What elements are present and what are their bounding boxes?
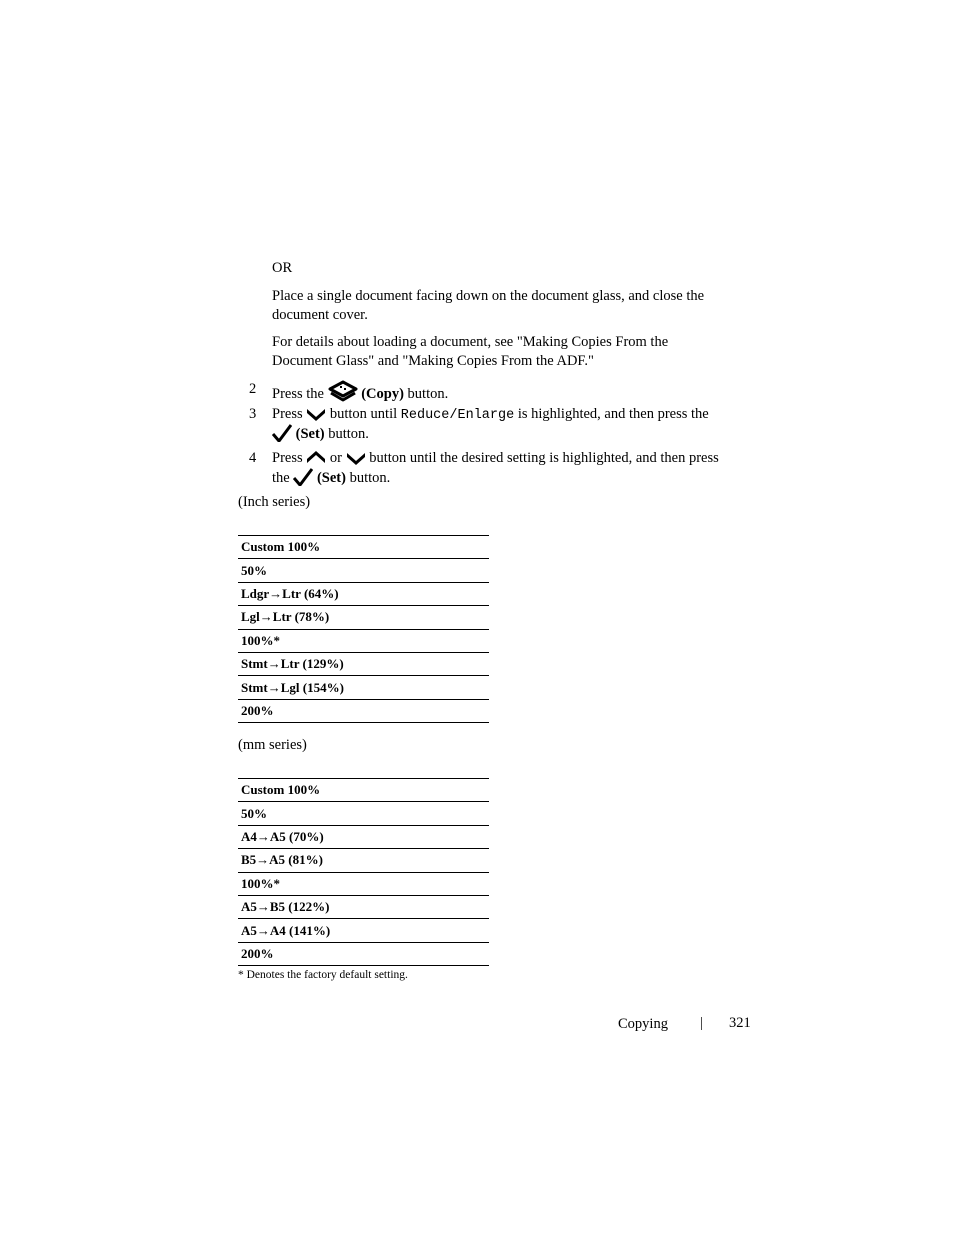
footnote: * Denotes the factory default setting.	[238, 969, 408, 981]
table-row: B5→A5 (81%)	[238, 848, 489, 873]
option-cell: 100%*	[238, 871, 489, 896]
table-row: A4→A5 (70%)	[238, 824, 489, 850]
table-row: Ldgr→Ltr (64%)	[238, 581, 489, 607]
option-cell: Stmt→Lgl (154%)	[238, 675, 489, 700]
table-row: A5→A4 (141%)	[238, 918, 489, 943]
copy-icon	[328, 380, 358, 408]
step-number: 2	[249, 381, 257, 397]
table-row: Lgl→Ltr (78%)	[238, 605, 489, 630]
instruction-paragraph: Place a single document facing down on t…	[272, 288, 705, 323]
footer-separator: |	[700, 1015, 703, 1031]
option-cell: 50%	[238, 801, 489, 826]
step-text: button.	[328, 426, 369, 442]
table-row: 200%	[238, 941, 489, 967]
option-cell: 50%	[238, 558, 489, 583]
step-text: or	[329, 450, 342, 466]
option-cell: Stmt→Ltr (129%)	[238, 651, 489, 677]
mm-series-table: Custom 100% 50% A4→A5 (70%) B5→A5 (81%) …	[238, 777, 489, 967]
option-cell: B5→A5 (81%)	[238, 848, 489, 873]
table-row: A5→B5 (122%)	[238, 894, 489, 920]
step-text: button.	[349, 470, 391, 486]
set-label: (Set)	[316, 470, 346, 486]
step-text: button until	[329, 406, 398, 422]
table-row: 50%	[238, 558, 489, 583]
step-text: Press	[272, 450, 303, 466]
set-label: (Set)	[295, 426, 325, 442]
mm-series-label: (mm series)	[238, 737, 307, 753]
step-text: Press	[272, 406, 303, 422]
reference-paragraph: For details about loading a document, se…	[272, 334, 669, 369]
menu-item-name: Reduce/Enlarge	[400, 408, 515, 423]
step-number: 3	[249, 406, 257, 422]
page-number: 321	[729, 1015, 751, 1031]
inch-series-table: Custom 100% 50% Ldgr→Ltr (64%) Lgl→Ltr (…	[238, 534, 489, 724]
option-cell: Lgl→Ltr (78%)	[238, 605, 489, 630]
step-text: the	[272, 470, 290, 486]
option-cell: Ldgr→Ltr (64%)	[238, 581, 489, 607]
table-row: 100%*	[238, 628, 489, 653]
step-text: button.	[407, 386, 449, 402]
option-cell: A5→B5 (122%)	[238, 894, 489, 920]
footer-section: Copying	[618, 1016, 668, 1032]
option-cell: Custom 100%	[238, 534, 489, 560]
step-text: Press the	[272, 386, 324, 402]
step-text: button until the desired setting is high…	[369, 450, 719, 466]
table-row: Custom 100%	[238, 534, 489, 560]
or-text: OR	[272, 260, 293, 276]
option-cell: A5→A4 (141%)	[238, 918, 489, 943]
table-row: Custom 100%	[238, 777, 489, 803]
table-row: 50%	[238, 801, 489, 826]
option-cell: Custom 100%	[238, 777, 489, 803]
table-row: Stmt→Ltr (129%)	[238, 651, 489, 677]
option-cell: 200%	[238, 941, 489, 967]
inch-series-label: (Inch series)	[238, 494, 311, 510]
table-row: 200%	[238, 698, 489, 724]
option-cell: 100%*	[238, 628, 489, 653]
option-cell: A4→A5 (70%)	[238, 824, 489, 850]
table-row: 100%*	[238, 871, 489, 896]
step-number: 4	[249, 450, 257, 466]
checkmark-icon	[271, 424, 293, 448]
step-text: is highlighted, and then press the	[517, 406, 709, 422]
option-cell: 200%	[238, 698, 489, 724]
checkmark-icon	[293, 468, 314, 492]
copy-label: (Copy)	[361, 386, 404, 402]
table-row: Stmt→Lgl (154%)	[238, 675, 489, 700]
